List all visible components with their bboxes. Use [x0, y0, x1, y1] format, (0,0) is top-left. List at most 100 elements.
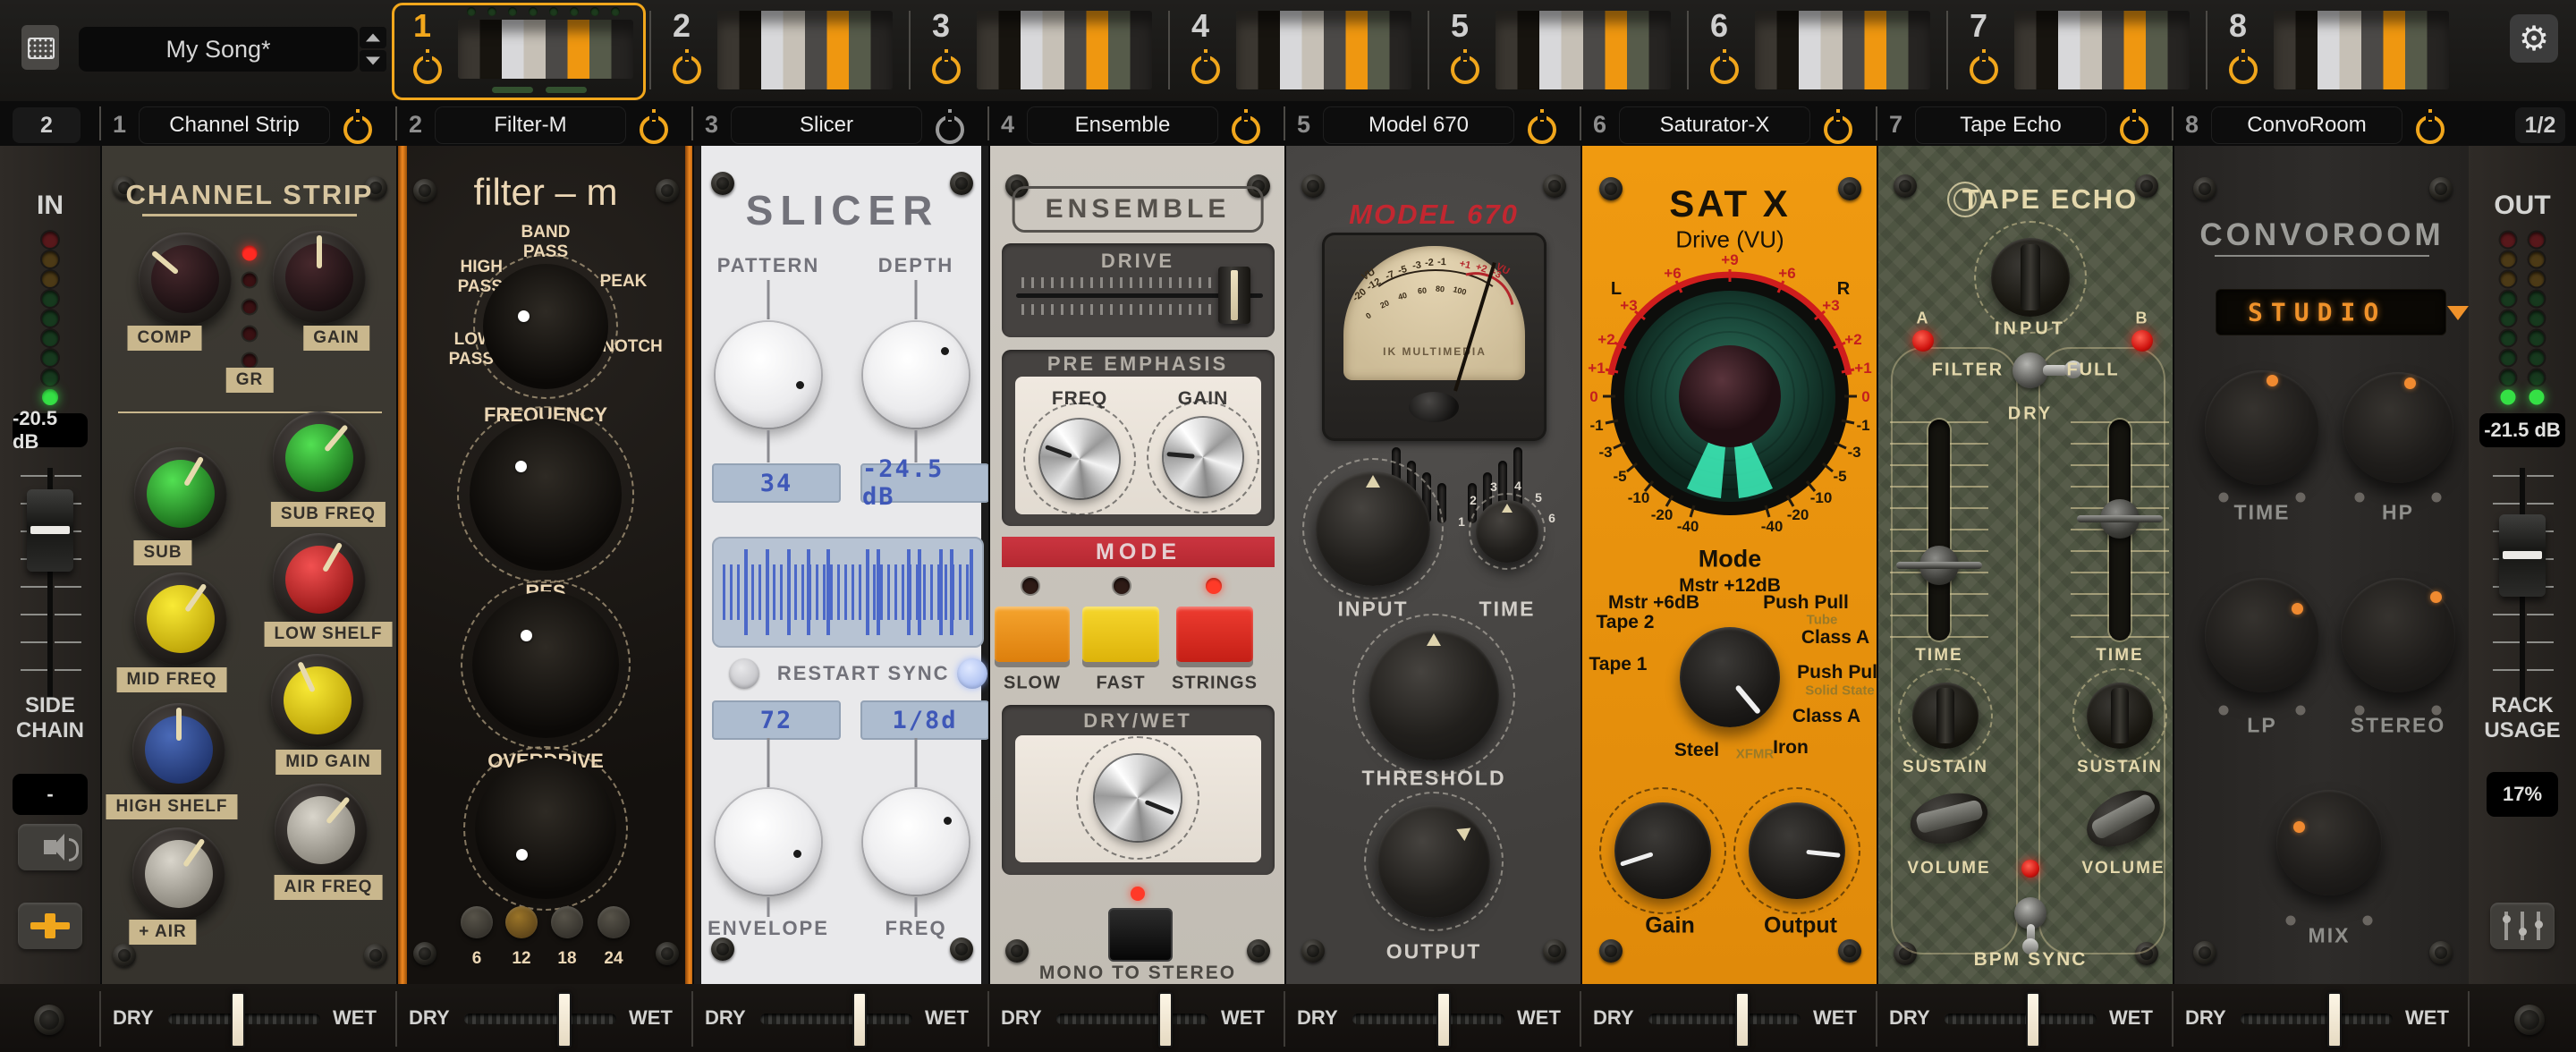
mix-slider-handle[interactable] [852, 992, 867, 1048]
mix-slider-track[interactable] [1648, 992, 1801, 1048]
module-name-button-convoroom[interactable]: ConvoRoom [2212, 107, 2402, 143]
preset-slot-1[interactable]: 1 [402, 0, 662, 101]
comp-knob[interactable] [139, 233, 232, 326]
song-next-button[interactable] [360, 50, 386, 72]
time-b-slider-handle[interactable] [2077, 499, 2163, 539]
mid-freq-knob[interactable] [134, 573, 227, 666]
high-shelf-knob[interactable] [132, 703, 225, 796]
preset-slot-7[interactable]: 7 [1946, 0, 2218, 101]
power-icon[interactable] [413, 55, 442, 84]
mix-slider-handle[interactable] [1436, 992, 1451, 1048]
bpm-sync-toggle[interactable] [2014, 897, 2046, 954]
power-icon[interactable] [1451, 55, 1479, 84]
cr-time-knob[interactable] [2205, 370, 2319, 485]
sub-freq-knob[interactable] [273, 411, 366, 505]
res-knob[interactable] [460, 579, 631, 751]
output-knob[interactable] [1363, 791, 1504, 932]
sync-button[interactable] [957, 658, 987, 689]
song-prev-button[interactable] [360, 27, 386, 48]
keyboard-button[interactable] [21, 25, 59, 70]
cr-stereo-knob[interactable] [2341, 578, 2455, 692]
mix-slider-handle[interactable] [2025, 992, 2040, 1048]
module-name-button-filter-m[interactable]: Filter-M [436, 107, 625, 143]
side-chain-routing-button[interactable] [18, 903, 82, 949]
preset-slot-8[interactable]: 8 [2206, 0, 2478, 101]
frequency-knob[interactable] [457, 406, 634, 583]
sat-gain-knob[interactable] [1598, 786, 1727, 915]
settings-button[interactable]: ⚙ [2510, 14, 2558, 63]
pattern-knob[interactable] [716, 322, 821, 428]
drive-slider-handle[interactable] [1218, 267, 1250, 324]
module-power-button[interactable] [640, 115, 668, 144]
restart-button[interactable] [729, 658, 759, 689]
power-icon[interactable] [2229, 55, 2258, 84]
rack-thumbnail[interactable] [977, 11, 1152, 89]
power-icon[interactable] [932, 55, 961, 84]
tape-input-knob[interactable] [1973, 220, 2088, 335]
mix-slider-track[interactable] [1056, 992, 1208, 1048]
module-power-button[interactable] [343, 115, 372, 144]
pre-emphasis-gain-knob[interactable] [1146, 400, 1260, 514]
time-a-slider-track[interactable] [1928, 420, 1950, 641]
slope-18-button[interactable] [551, 906, 583, 938]
rack-thumbnail[interactable] [2274, 11, 2449, 89]
module-power-button[interactable] [2416, 115, 2445, 144]
monitor-button[interactable] [18, 824, 82, 870]
module-power-button[interactable] [1528, 115, 1556, 144]
low-shelf-knob[interactable] [273, 533, 366, 626]
gain-knob[interactable] [273, 231, 366, 324]
mix-slider-handle[interactable] [1158, 992, 1174, 1048]
slow-button[interactable] [995, 607, 1070, 662]
mono-to-stereo-button[interactable] [1108, 908, 1173, 962]
power-icon[interactable] [1970, 55, 1998, 84]
song-title-field[interactable]: My Song* [79, 27, 358, 72]
mix-slider-track[interactable] [168, 992, 320, 1048]
mix-slider-track[interactable] [464, 992, 616, 1048]
preset-display[interactable]: STUDIO [2216, 290, 2469, 335]
saturation-mode-knob[interactable] [1680, 627, 1780, 727]
mix-slider-track[interactable] [760, 992, 912, 1048]
module-name-button-channel-strip[interactable]: Channel Strip [140, 107, 329, 143]
module-name-button-saturator-x[interactable]: Saturator-X [1620, 107, 1809, 143]
sat-output-knob[interactable] [1733, 786, 1861, 915]
module-name-button-ensemble[interactable]: Ensemble [1028, 107, 1217, 143]
preset-slot-4[interactable]: 4 [1168, 0, 1440, 101]
cr-hp-knob[interactable] [2343, 372, 2453, 483]
module-name-button-tape-echo[interactable]: Tape Echo [1916, 107, 2106, 143]
rack-thumbnail[interactable] [1496, 11, 1671, 89]
output-fader-handle[interactable] [2499, 514, 2546, 597]
mix-slider-track[interactable] [1945, 992, 2097, 1048]
module-power-button[interactable] [936, 115, 964, 144]
freq-knob[interactable] [863, 789, 969, 895]
preset-slot-3[interactable]: 3 [909, 0, 1181, 101]
fast-button[interactable] [1082, 607, 1159, 662]
input-fader-handle[interactable] [27, 489, 73, 572]
filter-full-toggle[interactable] [2012, 352, 2082, 388]
mixer-view-button[interactable] [2490, 903, 2555, 949]
mix-slider-handle[interactable] [2327, 992, 2343, 1048]
module-name-button-model-670[interactable]: Model 670 [1324, 107, 1513, 143]
rack-thumbnail[interactable] [717, 11, 893, 89]
mix-slider-handle[interactable] [1735, 992, 1750, 1048]
module-power-button[interactable] [2120, 115, 2148, 144]
preset-slot-6[interactable]: 6 [1687, 0, 1959, 101]
chain-page-button[interactable]: 2 [13, 107, 80, 143]
sustain-a-knob[interactable] [1897, 667, 1994, 764]
mix-slider-track[interactable] [1352, 992, 1504, 1048]
strings-button[interactable] [1176, 607, 1253, 662]
module-name-button-slicer[interactable]: Slicer [732, 107, 921, 143]
preset-slot-5[interactable]: 5 [1428, 0, 1699, 101]
cr-lp-knob[interactable] [2205, 578, 2319, 692]
module-power-button[interactable] [1824, 115, 1852, 144]
side-chain-display[interactable]: - [13, 774, 88, 815]
rack-thumbnail[interactable] [1236, 11, 1411, 89]
cr-mix-knob[interactable] [2276, 790, 2382, 895]
power-icon[interactable] [1710, 55, 1739, 84]
rack-thumbnail[interactable] [1755, 11, 1930, 89]
air-knob[interactable] [132, 827, 225, 920]
mix-slider-track[interactable] [2241, 992, 2393, 1048]
rack-thumbnail[interactable] [458, 20, 633, 79]
time-knob[interactable] [1468, 492, 1546, 571]
slope-6-button[interactable] [461, 906, 493, 938]
power-icon[interactable] [1191, 55, 1220, 84]
